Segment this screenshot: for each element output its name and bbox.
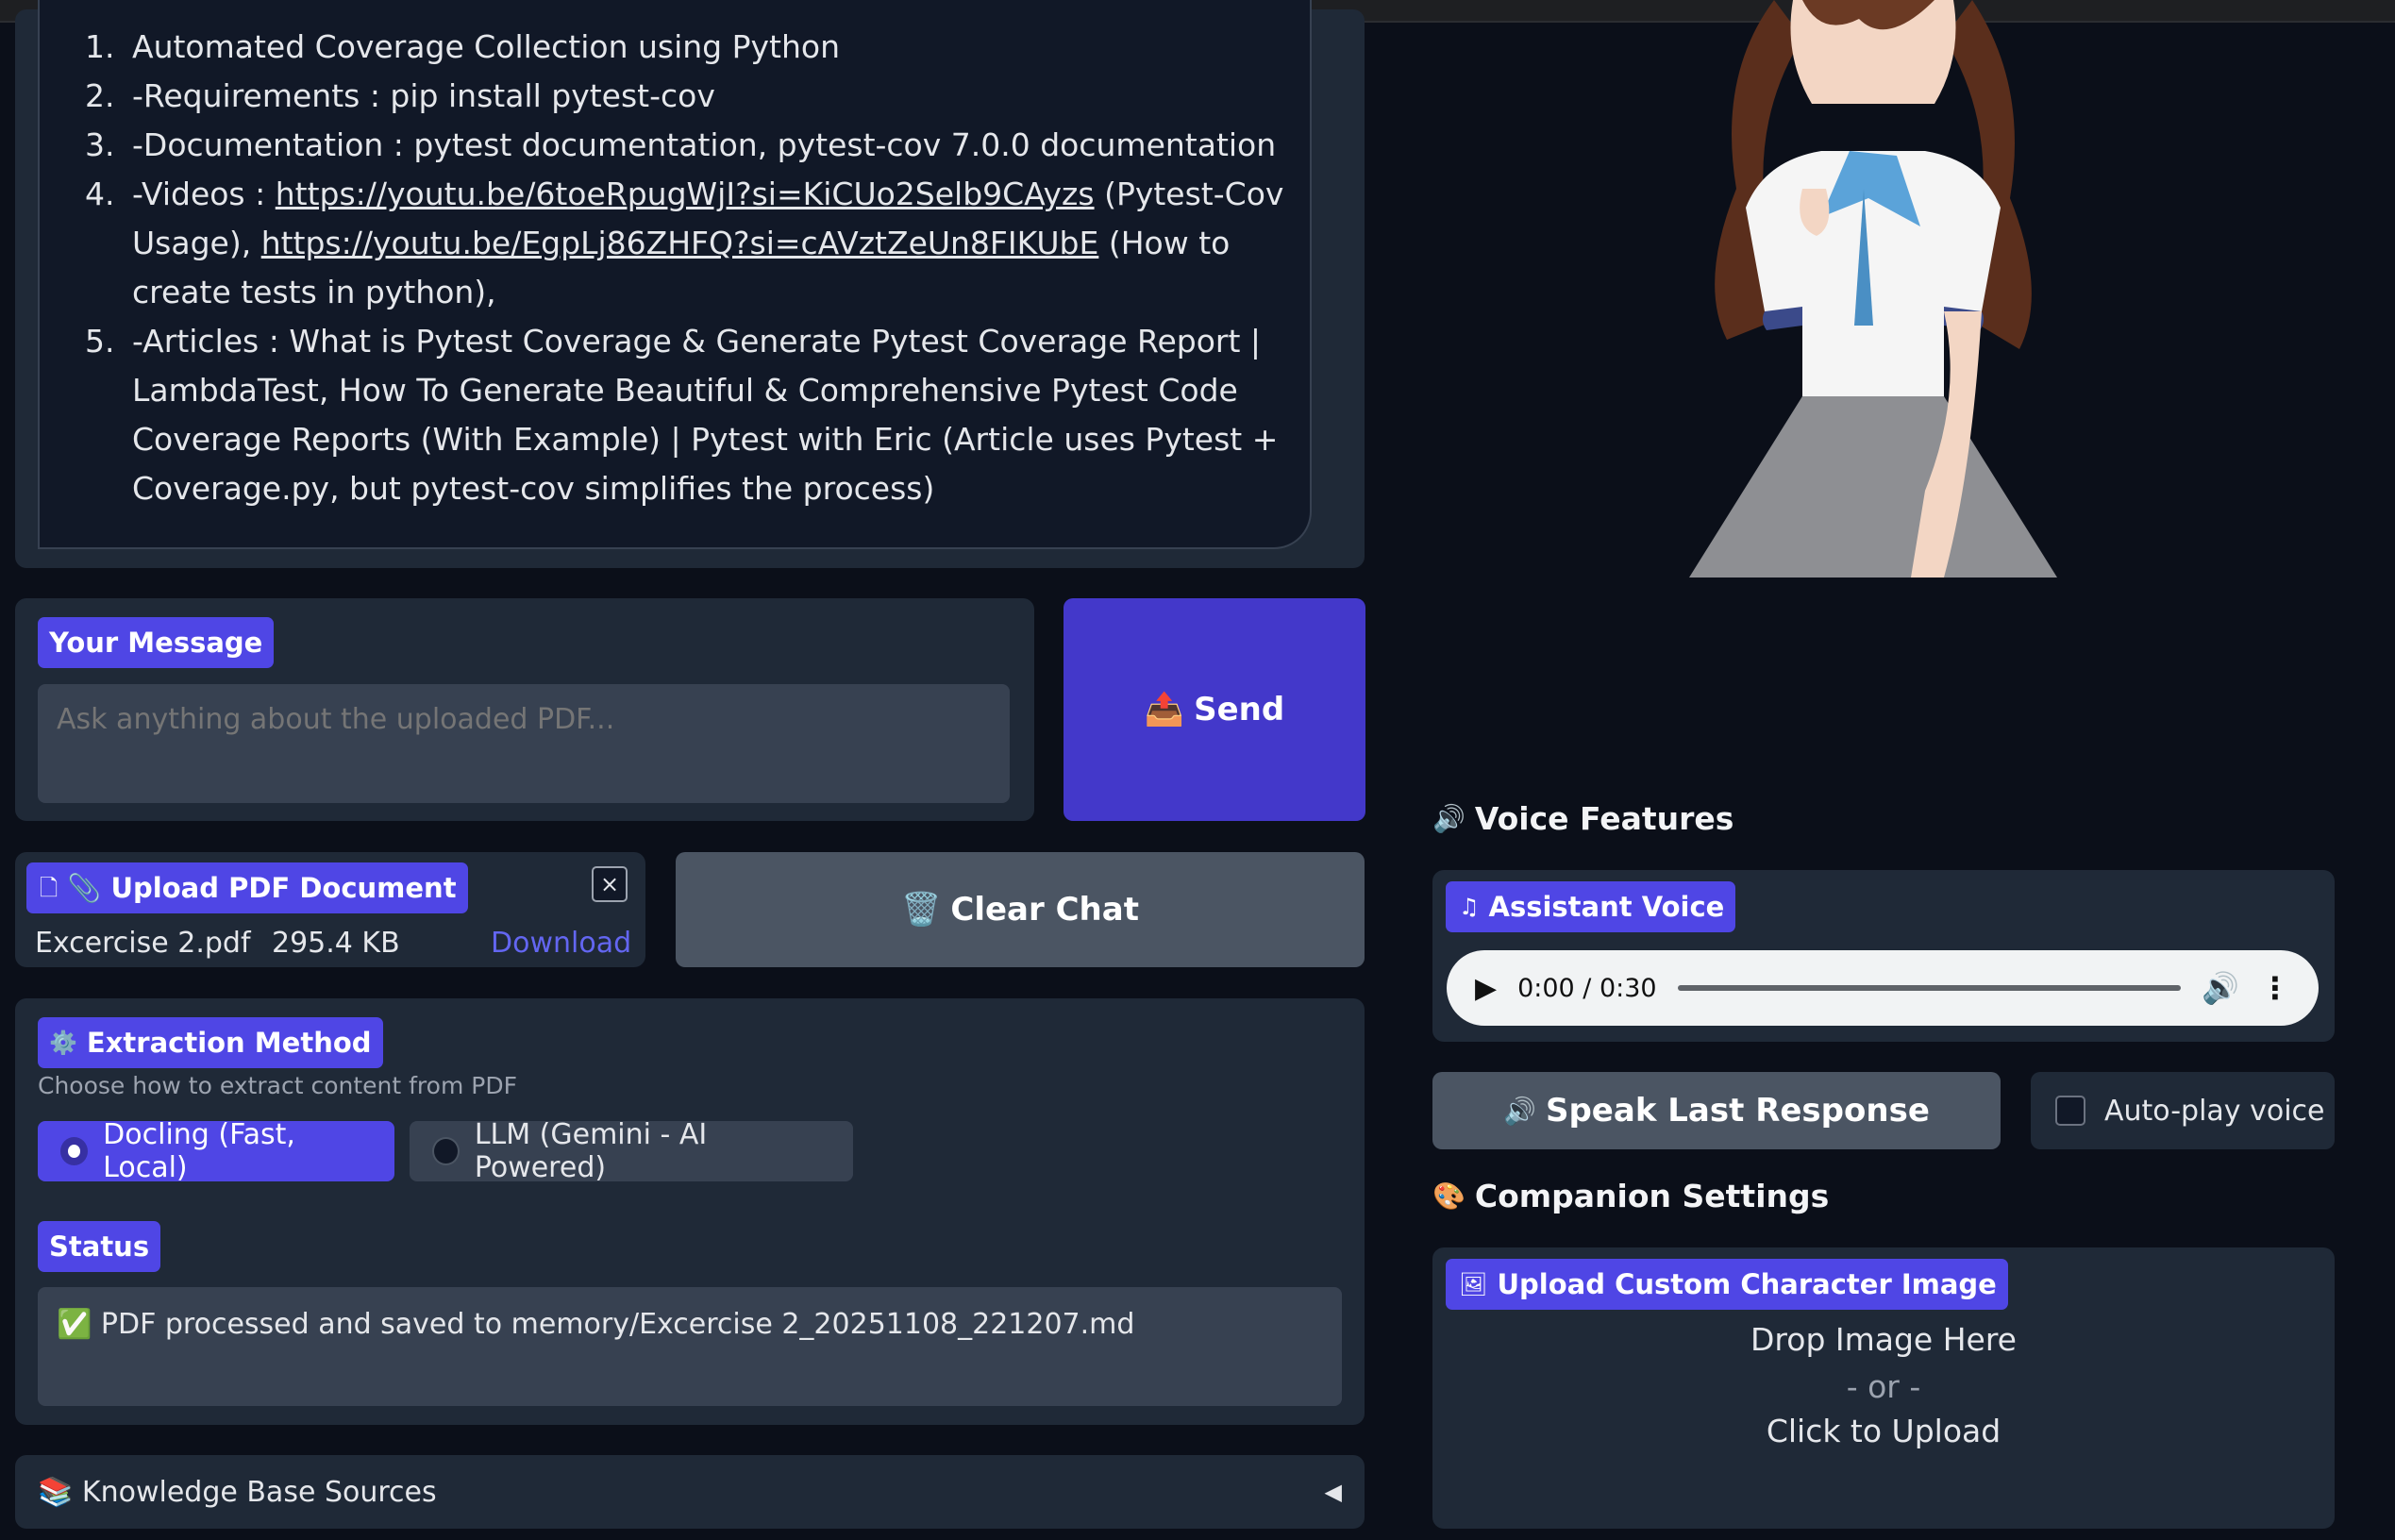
knowledge-base-accordion[interactable]: 📚 Knowledge Base Sources ◀ (15, 1455, 1365, 1529)
knowledge-base-title: 📚 Knowledge Base Sources (38, 1476, 437, 1509)
extraction-label-text: Extraction Method (86, 1027, 372, 1059)
answer-item-text: -Videos : (132, 176, 276, 212)
speaker-icon: 🔊 (1503, 1095, 1536, 1127)
radio-llm-label: LLM (Gemini - AI Powered) (474, 1118, 708, 1184)
companion-settings-title: 🎨 Companion Settings (1432, 1178, 1829, 1214)
radio-llm[interactable]: LLM (Gemini - AI Powered) (410, 1118, 853, 1184)
send-icon: 📤 (1144, 691, 1185, 728)
more-options-icon[interactable]: ⋮ (2260, 970, 2290, 1006)
volume-icon[interactable]: 🔊 (2202, 970, 2239, 1006)
autoplay-voice-toggle[interactable]: Auto-play voice (2031, 1072, 2335, 1149)
trash-icon: 🗑️ (901, 891, 942, 929)
gear-icon: ⚙️ (49, 1029, 77, 1056)
upload-pdf-label: 🗋 📎 Upload PDF Document (26, 862, 468, 913)
clear-chat-button[interactable]: 🗑️ Clear Chat (676, 852, 1365, 967)
answer-item: -Videos : https://youtu.be/6toeRpugWjI?s… (125, 170, 1285, 317)
upload-pdf-label-text: 📎 Upload PDF Document (67, 872, 457, 904)
close-icon[interactable]: × (592, 866, 628, 902)
autoplay-checkbox[interactable] (2055, 1096, 2085, 1126)
collapse-arrow-icon[interactable]: ◀ (1325, 1479, 1342, 1505)
assistant-voice-label-text: Assistant Voice (1488, 891, 1725, 923)
video-link-1[interactable]: https://youtu.be/6toeRpugWjI?si=KiCUo2Se… (276, 176, 1095, 212)
answer-item: Automated Coverage Collection using Pyth… (125, 23, 1285, 72)
file-icon: 🗋 (40, 875, 59, 901)
send-label: Send (1194, 691, 1285, 728)
voice-features-title: 🔊 Voice Features (1432, 800, 1733, 837)
answer-item-text: -Documentation : pytest documentation, p… (132, 126, 1277, 163)
clear-chat-label: Clear Chat (950, 891, 1139, 929)
upload-character-label-text: Upload Custom Character Image (1497, 1268, 1997, 1300)
audio-progress-track[interactable] (1677, 985, 2182, 991)
audio-time: 0:00 / 0:30 (1517, 973, 1657, 1003)
answer-item: -Documentation : pytest documentation, p… (125, 121, 1285, 170)
answer-item: -Requirements : pip install pytest-cov (125, 72, 1285, 121)
drop-image-text: Drop Image Here (1750, 1321, 2017, 1358)
voice-features-title-text: Voice Features (1474, 800, 1734, 837)
assistant-voice-label: ♫ Assistant Voice (1446, 881, 1736, 932)
radio-docling-label: Docling (Fast, Local) (103, 1118, 295, 1184)
character-image (1689, 0, 2057, 578)
status-output[interactable]: ✅ PDF processed and saved to memory/Exce… (38, 1287, 1342, 1406)
answer-list: Automated Coverage Collection using Pyth… (125, 23, 1285, 513)
palette-icon: 🎨 (1432, 1180, 1465, 1212)
or-text: - or - (1846, 1368, 1921, 1405)
audio-player[interactable]: ▶ 0:00 / 0:30 🔊 ⋮ (1447, 950, 2319, 1026)
chat-message-bubble: Automated Coverage Collection using Pyth… (38, 0, 1312, 549)
companion-settings-title-text: Companion Settings (1474, 1178, 1830, 1214)
message-input[interactable] (38, 684, 1010, 803)
message-label: Your Message (38, 617, 275, 668)
speaker-icon: 🔊 (1432, 803, 1465, 834)
answer-item-text: -Articles : What is Pytest Coverage & Ge… (132, 323, 1279, 507)
send-button[interactable]: 📤 Send (1064, 598, 1365, 821)
play-icon[interactable]: ▶ (1475, 972, 1497, 1005)
download-link[interactable]: Download (491, 923, 631, 964)
image-icon: 🖼 (1459, 1271, 1488, 1297)
file-size: 295.4 KB (272, 927, 400, 960)
file-name: Excercise 2.pdf (35, 927, 251, 960)
extraction-label: ⚙️ Extraction Method (38, 1017, 383, 1068)
status-label: Status (38, 1221, 161, 1272)
music-note-icon: ♫ (1459, 894, 1480, 920)
radio-selected-icon (60, 1137, 89, 1165)
upload-character-label: 🖼 Upload Custom Character Image (1446, 1259, 2008, 1310)
answer-item: -Articles : What is Pytest Coverage & Ge… (125, 317, 1285, 513)
autoplay-voice-label: Auto-play voice (2104, 1094, 2325, 1128)
speak-last-response-label: Speak Last Response (1545, 1092, 1930, 1130)
answer-item-text: Automated Coverage Collection using Pyth… (132, 28, 840, 65)
knowledge-base-label: Knowledge Base Sources (81, 1475, 437, 1509)
radio-docling[interactable]: Docling (Fast, Local) (38, 1118, 394, 1184)
books-icon: 📚 (38, 1475, 74, 1509)
video-link-2[interactable]: https://youtu.be/EgpLj86ZHFQ?si=cAVztZeU… (261, 225, 1099, 261)
answer-item-text: -Requirements : pip install pytest-cov (132, 77, 715, 114)
click-to-upload-text[interactable]: Click to Upload (1432, 1413, 2335, 1449)
radio-unselected-icon (432, 1137, 460, 1165)
extraction-description: Choose how to extract content from PDF (38, 1072, 517, 1099)
speak-last-response-button[interactable]: 🔊 Speak Last Response (1432, 1072, 2001, 1149)
